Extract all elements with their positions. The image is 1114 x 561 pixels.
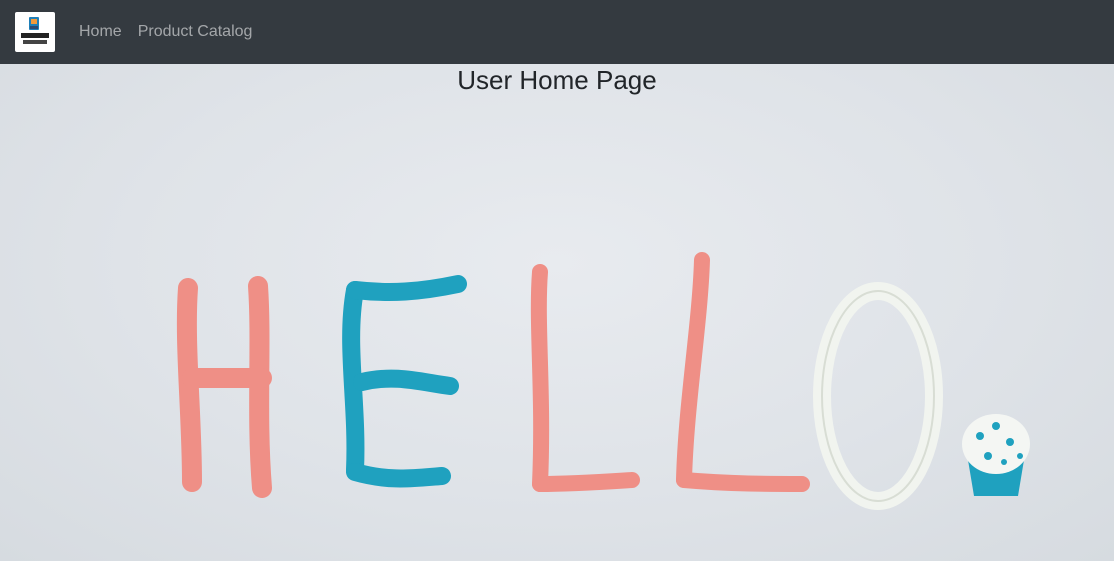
- brand-logo[interactable]: [15, 12, 55, 52]
- cupcake-decoration: [962, 414, 1030, 496]
- letter-l-first: [530, 264, 640, 492]
- letter-h: [176, 276, 272, 498]
- page-title: User Home Page: [457, 65, 657, 95]
- hello-hero-image: [0, 64, 1114, 561]
- nav-home-link[interactable]: Home: [79, 23, 122, 41]
- top-navbar: Home Product Catalog: [0, 0, 1114, 64]
- store-logo-icon: [21, 17, 49, 44]
- letter-l-second: [676, 252, 810, 492]
- letter-e: [342, 275, 467, 488]
- nav-product-catalog-link[interactable]: Product Catalog: [138, 23, 253, 41]
- hello-clay-letters-image: [176, 252, 1030, 510]
